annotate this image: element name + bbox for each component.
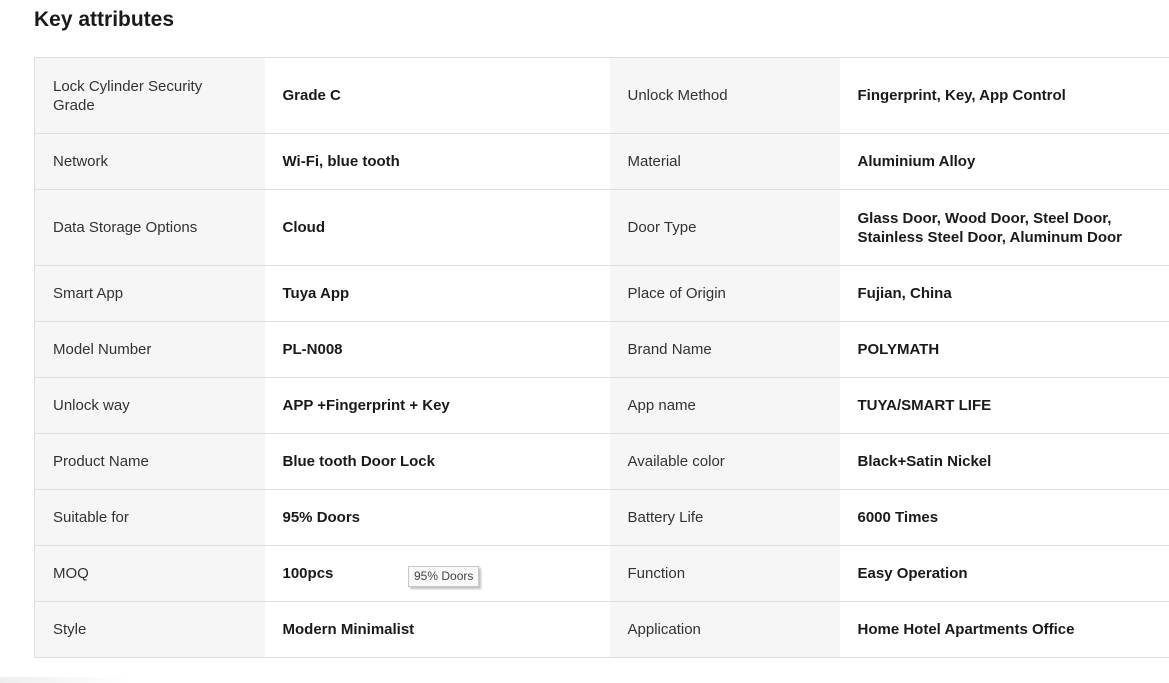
- table-row: Unlock way APP +Fingerprint + Key App na…: [34, 377, 1169, 434]
- attribute-label: Network: [34, 133, 265, 190]
- attribute-value: Cloud: [264, 189, 610, 266]
- attribute-label: Lock Cylinder Security Grade: [34, 57, 265, 134]
- attribute-label: Style: [34, 601, 265, 658]
- table-row: Suitable for 95% Doors Battery Life 6000…: [34, 489, 1169, 546]
- key-attributes-page: Key attributes Lock Cylinder Security Gr…: [0, 0, 1169, 683]
- attribute-value: Tuya App: [264, 265, 610, 322]
- attribute-value: Wi-Fi, blue tooth: [264, 133, 610, 190]
- attribute-label: Data Storage Options: [34, 189, 265, 266]
- attribute-value: Blue tooth Door Lock: [264, 433, 610, 490]
- attribute-label: Available color: [609, 433, 840, 490]
- attribute-value: Home Hotel Apartments Office: [839, 601, 1169, 658]
- attribute-label: Unlock Method: [609, 57, 840, 134]
- attribute-label: Door Type: [609, 189, 840, 266]
- attribute-value: POLYMATH: [839, 321, 1169, 378]
- attribute-label: App name: [609, 377, 840, 434]
- hover-tooltip: 95% Doors: [408, 566, 480, 587]
- key-attributes-table: Lock Cylinder Security Grade Grade C Unl…: [34, 57, 1169, 658]
- table-row: Network Wi-Fi, blue tooth Material Alumi…: [34, 133, 1169, 190]
- attribute-value: Modern Minimalist: [264, 601, 610, 658]
- attribute-label: Suitable for: [34, 489, 265, 546]
- attribute-label: Model Number: [34, 321, 265, 378]
- attribute-value: Easy Operation: [839, 545, 1169, 602]
- section-title: Key attributes: [34, 8, 175, 31]
- attribute-value: Glass Door, Wood Door, Steel Door, Stain…: [839, 189, 1169, 266]
- attribute-value: Grade C: [264, 57, 610, 134]
- attribute-label: Place of Origin: [609, 265, 840, 322]
- attribute-label: Brand Name: [609, 321, 840, 378]
- bottom-divider: [0, 677, 130, 683]
- table-row: Style Modern Minimalist Application Home…: [34, 601, 1169, 658]
- table-row: Model Number PL-N008 Brand Name POLYMATH: [34, 321, 1169, 378]
- attribute-label: Smart App: [34, 265, 265, 322]
- table-row: Lock Cylinder Security Grade Grade C Unl…: [34, 57, 1169, 134]
- table-row: Product Name Blue tooth Door Lock Availa…: [34, 433, 1169, 490]
- attribute-value: Fingerprint, Key, App Control: [839, 57, 1169, 134]
- attribute-value: 95% Doors: [264, 489, 610, 546]
- attribute-label: Application: [609, 601, 840, 658]
- attribute-label: Battery Life: [609, 489, 840, 546]
- attribute-value: Fujian, China: [839, 265, 1169, 322]
- attribute-label: MOQ: [34, 545, 265, 602]
- attribute-value: Black+Satin Nickel: [839, 433, 1169, 490]
- attribute-value: Aluminium Alloy: [839, 133, 1169, 190]
- attribute-label: Product Name: [34, 433, 265, 490]
- attribute-label: Function: [609, 545, 840, 602]
- table-row: Data Storage Options Cloud Door Type Gla…: [34, 189, 1169, 266]
- table-row: Smart App Tuya App Place of Origin Fujia…: [34, 265, 1169, 322]
- attribute-value: APP +Fingerprint + Key: [264, 377, 610, 434]
- attribute-value: PL-N008: [264, 321, 610, 378]
- table-row: MOQ 100pcs Function Easy Operation: [34, 545, 1169, 602]
- attribute-label: Unlock way: [34, 377, 265, 434]
- attribute-label: Material: [609, 133, 840, 190]
- attribute-value: 6000 Times: [839, 489, 1169, 546]
- attribute-value: TUYA/SMART LIFE: [839, 377, 1169, 434]
